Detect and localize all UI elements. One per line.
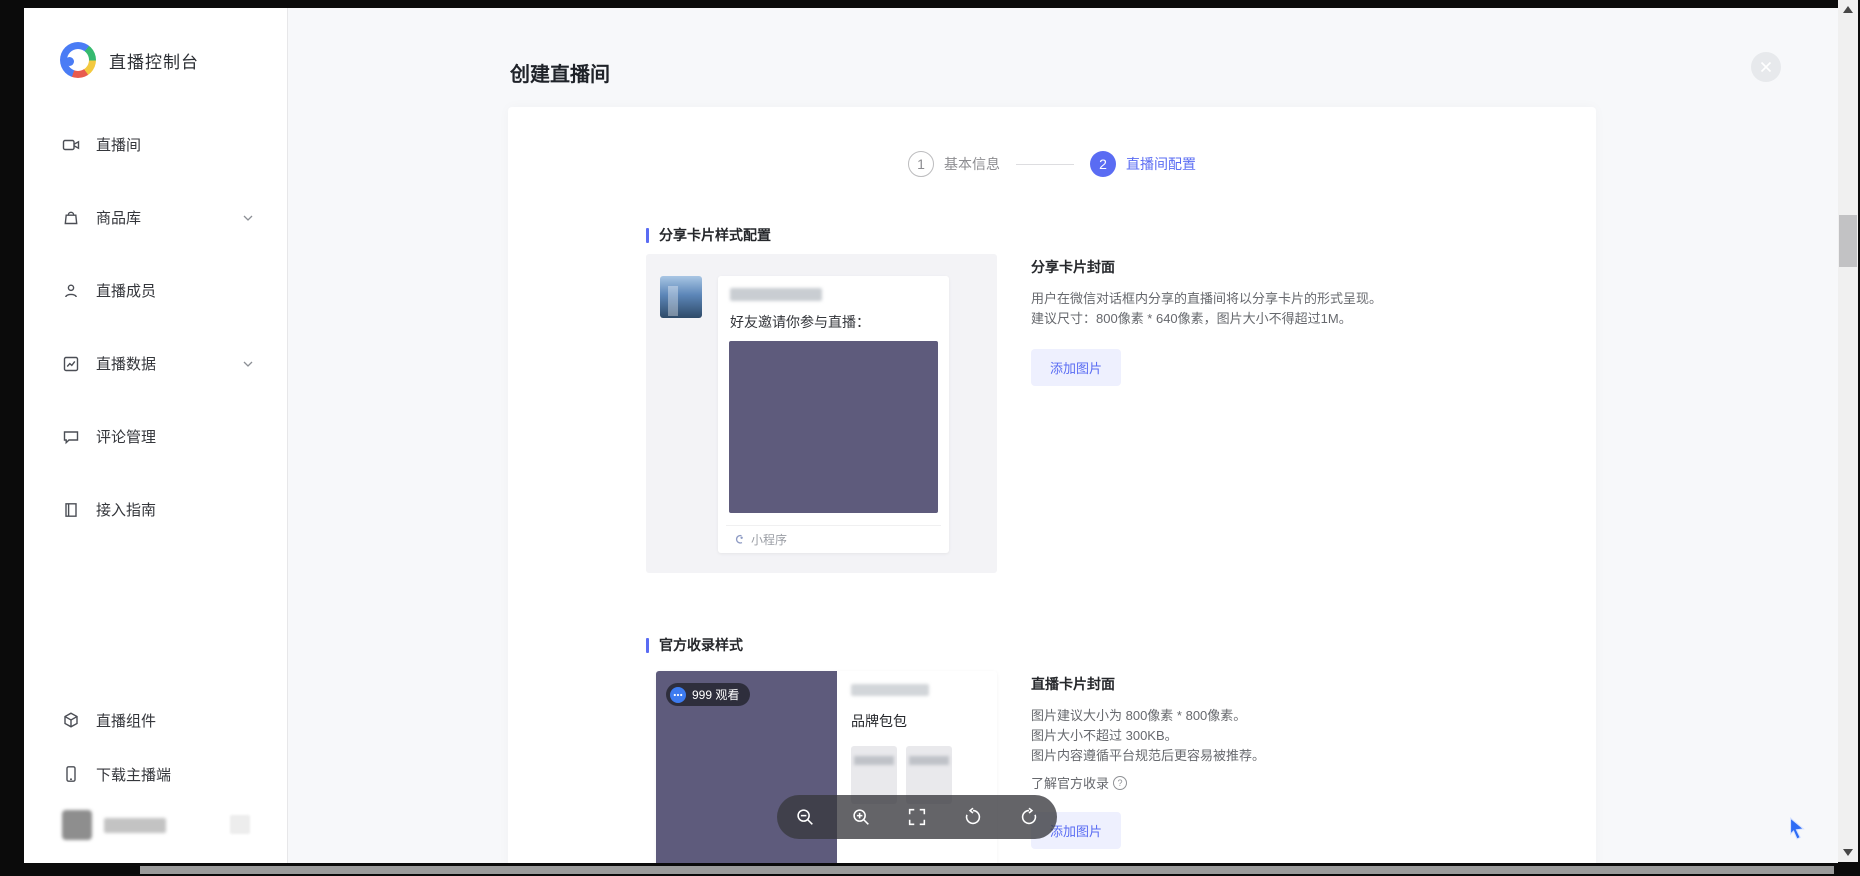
step-label: 直播间配置 bbox=[1126, 154, 1196, 174]
step-basic-info[interactable]: 1 基本信息 bbox=[908, 151, 1000, 177]
close-icon bbox=[1760, 61, 1772, 73]
members-icon bbox=[62, 282, 80, 300]
share-card-preview: 好友邀请你参与直播： 小程序 bbox=[646, 254, 997, 573]
share-card-footer: 小程序 bbox=[726, 525, 941, 553]
scroll-down-arrow-icon[interactable] bbox=[1843, 849, 1853, 856]
share-card-mock: 好友邀请你参与直播： 小程序 bbox=[718, 276, 949, 553]
sidebar-item-label: 评论管理 bbox=[96, 426, 156, 447]
vertical-scrollbar[interactable] bbox=[1838, 0, 1858, 862]
live-cover-desc-line: 图片建议大小为 800像素 * 800像素。 bbox=[1031, 706, 1591, 726]
share-cover-title: 分享卡片封面 bbox=[1031, 257, 1591, 277]
help-icon: ? bbox=[1113, 776, 1127, 790]
viewers-count: 999 观看 bbox=[692, 686, 739, 703]
mouse-cursor-icon bbox=[1784, 816, 1810, 849]
sidebar-item-comment-management[interactable]: 评论管理 bbox=[24, 400, 287, 473]
close-button[interactable] bbox=[1751, 52, 1781, 82]
guide-icon bbox=[62, 501, 80, 519]
add-share-image-button[interactable]: 添加图片 bbox=[1031, 349, 1121, 386]
redacted-sender-name bbox=[730, 288, 822, 301]
create-live-room-panel: 1 基本信息 2 直播间配置 分享卡片样式配置 好友邀请你参与直播： bbox=[508, 107, 1596, 863]
sidebar-item-live-components[interactable]: 直播组件 bbox=[24, 693, 287, 747]
step-room-config: 2 直播间配置 bbox=[1090, 151, 1196, 177]
official-card-info: 直播卡片封面 图片建议大小为 800像素 * 800像素。 图片大小不超过 30… bbox=[1031, 674, 1591, 849]
fullscreen-button[interactable] bbox=[900, 800, 934, 834]
sidebar-item-label: 商品库 bbox=[96, 207, 141, 228]
user-account-row[interactable] bbox=[24, 801, 287, 849]
sidebar-item-label: 下载主播端 bbox=[96, 764, 171, 785]
miniprogram-icon bbox=[732, 533, 745, 546]
rotate-left-icon bbox=[962, 806, 984, 828]
live-cover-desc-line: 图片大小不超过 300KB。 bbox=[1031, 726, 1591, 746]
invite-text: 好友邀请你参与直播： bbox=[730, 312, 941, 332]
share-card-section-title: 分享卡片样式配置 bbox=[646, 225, 771, 245]
chevron-down-icon bbox=[243, 215, 253, 221]
share-cover-desc-line: 用户在微信对话框内分享的直播间将以分享卡片的形式呈现。 bbox=[1031, 289, 1591, 309]
redacted-user-name bbox=[104, 818, 166, 833]
scrollbar-thumb[interactable] bbox=[1839, 215, 1857, 267]
sidebar: 直播控制台 直播间 商品库 直播成员 直播数据 bbox=[24, 8, 288, 863]
app-window: 直播控制台 直播间 商品库 直播成员 直播数据 bbox=[24, 8, 1838, 863]
share-card-info: 分享卡片封面 用户在微信对话框内分享的直播间将以分享卡片的形式呈现。 建议尺寸：… bbox=[1031, 257, 1591, 386]
bag-icon bbox=[62, 209, 80, 227]
chevron-down-icon bbox=[243, 361, 253, 367]
zoom-out-icon bbox=[794, 806, 816, 828]
sidebar-item-label: 接入指南 bbox=[96, 499, 156, 520]
zoom-in-icon bbox=[850, 806, 872, 828]
sidebar-item-live-data[interactable]: 直播数据 bbox=[24, 327, 287, 400]
fullscreen-icon bbox=[906, 806, 928, 828]
sidebar-item-label: 直播组件 bbox=[96, 710, 156, 731]
sidebar-nav: 直播间 商品库 直播成员 直播数据 评论管理 接入指南 bbox=[24, 108, 287, 546]
stepper: 1 基本信息 2 直播间配置 bbox=[508, 151, 1596, 177]
sidebar-item-download-host-client[interactable]: 下载主播端 bbox=[24, 747, 287, 801]
live-cover-desc-line: 图片内容遵循平台规范后更容易被推荐。 bbox=[1031, 746, 1591, 766]
sidebar-item-label: 直播数据 bbox=[96, 353, 156, 374]
page-title: 创建直播间 bbox=[510, 58, 610, 87]
step-connector bbox=[1016, 164, 1074, 165]
download-icon bbox=[62, 765, 80, 783]
zoom-in-button[interactable] bbox=[844, 800, 878, 834]
viewers-badge: 999 观看 bbox=[666, 683, 750, 706]
step-label: 基本信息 bbox=[944, 154, 1000, 174]
comment-icon bbox=[62, 428, 80, 446]
scroll-up-arrow-icon[interactable] bbox=[1843, 6, 1853, 13]
share-cover-placeholder bbox=[729, 341, 938, 513]
sidebar-item-access-guide[interactable]: 接入指南 bbox=[24, 473, 287, 546]
sidebar-item-label: 直播间 bbox=[96, 134, 141, 155]
image-viewer-toolbar bbox=[777, 795, 1057, 839]
zoom-out-button[interactable] bbox=[788, 800, 822, 834]
share-cover-desc-line: 建议尺寸：800像素 * 640像素，图片大小不得超过1M。 bbox=[1031, 309, 1591, 329]
camera-icon bbox=[62, 136, 80, 154]
sidebar-bottom: 直播组件 下载主播端 bbox=[24, 693, 287, 849]
app-title: 直播控制台 bbox=[109, 48, 199, 73]
rotate-left-button[interactable] bbox=[956, 800, 990, 834]
avatar bbox=[62, 810, 92, 840]
sidebar-item-live-members[interactable]: 直播成员 bbox=[24, 254, 287, 327]
data-icon bbox=[62, 355, 80, 373]
rotate-right-icon bbox=[1018, 806, 1040, 828]
sidebar-item-label: 直播成员 bbox=[96, 280, 156, 301]
official-listing-help-link[interactable]: 了解官方收录 ? bbox=[1031, 773, 1591, 792]
step-number: 1 bbox=[908, 151, 934, 177]
step-number: 2 bbox=[1090, 151, 1116, 177]
redacted-host-name bbox=[851, 684, 929, 696]
help-link-label: 了解官方收录 bbox=[1031, 773, 1109, 792]
redacted-user-badge bbox=[230, 815, 250, 834]
app-logo-icon bbox=[60, 42, 96, 78]
chat-avatar-image bbox=[660, 276, 702, 318]
product-title: 品牌包包 bbox=[851, 711, 983, 731]
live-cover-title: 直播卡片封面 bbox=[1031, 674, 1591, 694]
viewers-icon bbox=[670, 687, 686, 703]
logo-row: 直播控制台 bbox=[24, 8, 287, 78]
sidebar-item-live-room[interactable]: 直播间 bbox=[24, 108, 287, 181]
component-icon bbox=[62, 711, 80, 729]
miniprogram-label: 小程序 bbox=[751, 531, 787, 548]
official-section-title: 官方收录样式 bbox=[646, 635, 743, 655]
bottom-taskbar-strip bbox=[140, 866, 1834, 874]
sidebar-item-product-library[interactable]: 商品库 bbox=[24, 181, 287, 254]
rotate-right-button[interactable] bbox=[1012, 800, 1046, 834]
main-content: 创建直播间 1 基本信息 2 直播间配置 分享卡片样式配置 bbox=[288, 8, 1838, 863]
